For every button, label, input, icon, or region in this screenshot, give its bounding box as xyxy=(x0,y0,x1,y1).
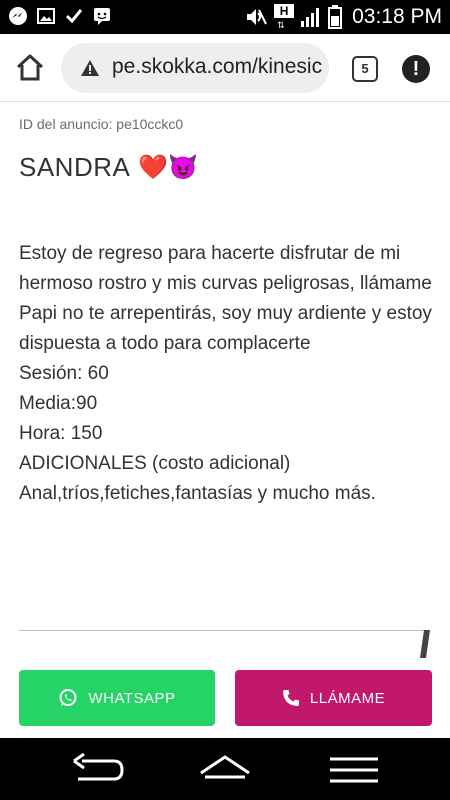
call-button[interactable]: LLÁMAME xyxy=(235,670,432,726)
navigation-bar xyxy=(0,738,450,800)
ad-content: ID del anuncio: pe10cckc0 SANDRA ❤️😈 Est… xyxy=(0,102,450,662)
chat-icon xyxy=(94,8,110,25)
system-icons: H ⇅ 03:18 PM xyxy=(244,4,442,30)
home-nav-icon[interactable] xyxy=(197,753,253,787)
scrollbar[interactable] xyxy=(420,630,430,658)
notification-icons xyxy=(8,6,112,26)
home-icon[interactable] xyxy=(14,52,46,84)
ad-description: Estoy de regreso para hacerte disfrutar … xyxy=(19,239,434,509)
whatsapp-button[interactable]: WHATSAPP xyxy=(19,670,215,726)
mute-icon xyxy=(247,9,268,25)
status-bar: H ⇅ 03:18 PM xyxy=(0,0,450,34)
divider xyxy=(19,630,427,631)
tab-switcher-button[interactable]: 5 xyxy=(352,56,378,82)
description-text: Estoy de regreso para hacerte disfrutar … xyxy=(19,243,432,354)
address-bar[interactable]: pe.skokka.com/kinesic xyxy=(61,43,329,93)
network-type-label: H xyxy=(274,4,295,18)
ad-title-row: SANDRA ❤️😈 xyxy=(19,152,198,183)
description-line: Sesión: 60 xyxy=(19,363,109,384)
description-line: Anal,tríos,fetiches,fantasías y mucho má… xyxy=(19,483,376,504)
ad-id: ID del anuncio: pe10cckc0 xyxy=(19,116,184,132)
signal-icon xyxy=(301,8,320,27)
gallery-icon xyxy=(37,8,55,24)
back-icon[interactable] xyxy=(70,753,126,787)
check-icon xyxy=(65,9,83,24)
description-line: ADICIONALES (costo adicional) xyxy=(19,453,291,474)
phone-icon xyxy=(282,690,299,706)
browser-toolbar: pe.skokka.com/kinesic 5 ! xyxy=(0,34,450,102)
call-label: LLÁMAME xyxy=(309,689,386,707)
menu-lines-icon[interactable] xyxy=(326,753,382,787)
whatsapp-label: WHATSAPP xyxy=(88,689,176,707)
description-line: Hora: 150 xyxy=(19,423,103,444)
battery-icon xyxy=(328,5,343,29)
messenger-icon xyxy=(9,7,27,25)
url-text[interactable]: pe.skokka.com/kinesic xyxy=(112,55,322,79)
warning-icon[interactable] xyxy=(81,60,99,76)
hplus-icon: H ⇅ xyxy=(274,4,295,30)
ad-name: SANDRA xyxy=(19,152,131,182)
description-line: Media:90 xyxy=(19,393,98,414)
clock: 03:18 PM xyxy=(352,5,442,28)
whatsapp-icon xyxy=(59,689,77,706)
heart-devil-emoji-icon: ❤️😈 xyxy=(138,154,199,181)
site-info-menu-icon[interactable]: ! xyxy=(402,55,430,83)
